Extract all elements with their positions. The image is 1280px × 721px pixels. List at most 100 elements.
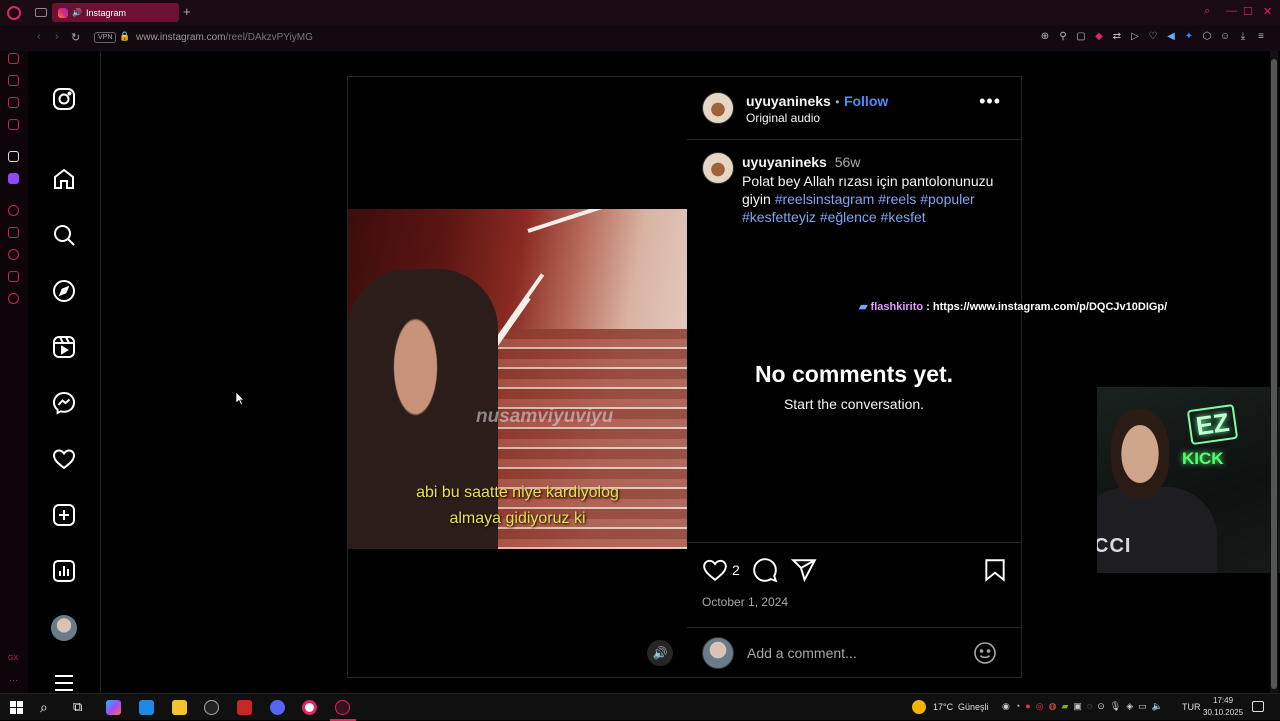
sidebar-app-icon[interactable] bbox=[8, 151, 19, 162]
post-date[interactable]: October 1, 2024 bbox=[702, 595, 788, 609]
video-player[interactable]: nusamviyuviyu abi bu saatte niye kardiyo… bbox=[348, 77, 687, 677]
weather-text[interactable]: Güneşli bbox=[958, 702, 989, 712]
audio-label[interactable]: Original audio bbox=[746, 111, 820, 125]
sidebar-history-icon[interactable] bbox=[8, 249, 19, 260]
caption-avatar[interactable] bbox=[702, 152, 734, 184]
snapshot-icon[interactable]: ▢ bbox=[1076, 31, 1086, 42]
close-button[interactable]: ✕ bbox=[1263, 5, 1272, 18]
instagram-logo-icon[interactable] bbox=[52, 87, 76, 111]
sidebar-gx-icon[interactable]: GX bbox=[8, 655, 18, 662]
hashtag[interactable]: #eğlence bbox=[820, 209, 877, 225]
tab-instagram[interactable]: 🔊 Instagram bbox=[52, 3, 179, 22]
discord-tray-icon[interactable]: ◔ bbox=[1015, 701, 1020, 712]
app-icon[interactable] bbox=[204, 700, 219, 715]
pin-icon[interactable]: ⚲ bbox=[1058, 31, 1068, 42]
search-taskbar-icon[interactable]: ⌕ bbox=[40, 699, 48, 716]
copilot-icon[interactable] bbox=[106, 700, 121, 715]
sidebar-bag-icon[interactable] bbox=[8, 75, 19, 86]
edge-icon[interactable] bbox=[139, 700, 154, 715]
like-heart-icon[interactable] bbox=[702, 557, 728, 583]
profile-ext-icon[interactable]: ☺ bbox=[1220, 31, 1230, 42]
explore-icon[interactable] bbox=[52, 279, 76, 303]
sidebar-wallet-icon[interactable] bbox=[8, 97, 19, 108]
hashtag[interactable]: #reels bbox=[878, 191, 916, 207]
heart-ext-icon[interactable]: ♡ bbox=[1148, 31, 1158, 42]
audio-ext-icon[interactable]: ◀ bbox=[1166, 31, 1176, 42]
like-count[interactable]: 2 bbox=[732, 562, 740, 578]
sidebar-twitch-icon[interactable] bbox=[8, 173, 19, 184]
tab-manager-icon[interactable] bbox=[35, 8, 47, 17]
notifications-heart-icon[interactable] bbox=[52, 447, 76, 471]
clock-date[interactable]: 30.10.2025 bbox=[1203, 708, 1243, 717]
home-icon[interactable] bbox=[52, 167, 76, 191]
create-icon[interactable] bbox=[52, 503, 76, 527]
search-icon[interactable] bbox=[52, 223, 76, 247]
dashboard-icon[interactable] bbox=[52, 559, 76, 583]
puzzle-icon[interactable]: ⬡ bbox=[1202, 31, 1212, 42]
translate-icon[interactable]: ⇄ bbox=[1112, 31, 1122, 42]
clock-time[interactable]: 17:49 bbox=[1213, 696, 1233, 705]
forward-icon[interactable]: › bbox=[55, 31, 59, 43]
url-field[interactable]: www.instagram.com/reel/DAkzvPYiyMG bbox=[136, 32, 313, 43]
volume-icon[interactable]: 🔈 bbox=[1152, 701, 1163, 712]
maximize-button[interactable]: ☐ bbox=[1243, 5, 1253, 18]
file-explorer-icon[interactable] bbox=[172, 700, 187, 715]
sidebar-player-icon[interactable] bbox=[8, 205, 19, 216]
obs-icon[interactable] bbox=[237, 700, 252, 715]
language-indicator[interactable]: TUR bbox=[1182, 702, 1201, 712]
tray-app-icon[interactable]: ◈ bbox=[1126, 701, 1133, 712]
reload-icon[interactable]: ↻ bbox=[71, 31, 80, 44]
zoom-icon[interactable]: ⊕ bbox=[1040, 31, 1050, 42]
weather-temp[interactable]: 17°C bbox=[933, 702, 953, 712]
hashtag[interactable]: #kesfet bbox=[881, 209, 926, 225]
tray-app-icon[interactable]: ▣ bbox=[1073, 701, 1082, 712]
page-scrollbar[interactable] bbox=[1270, 51, 1278, 693]
follow-button[interactable]: Follow bbox=[844, 93, 888, 109]
author-username[interactable]: uyuyanineks bbox=[746, 93, 831, 109]
hashtag[interactable]: #populer bbox=[920, 191, 975, 207]
profile-avatar[interactable] bbox=[51, 615, 77, 641]
caption-time[interactable]: 56w bbox=[835, 154, 861, 170]
speaker-icon[interactable]: 🔊 bbox=[72, 8, 82, 17]
minimize-button[interactable]: — bbox=[1226, 5, 1237, 17]
sidebar-pinboard-icon[interactable] bbox=[8, 227, 19, 238]
network-icon[interactable]: ▭ bbox=[1138, 701, 1147, 712]
messenger-icon[interactable] bbox=[52, 391, 76, 415]
comment-input[interactable]: Add a comment... bbox=[747, 645, 857, 661]
sidebar-aria-icon[interactable] bbox=[8, 53, 19, 64]
tray-app-icon[interactable]: ⊙ bbox=[1097, 701, 1105, 712]
scrollbar-thumb[interactable] bbox=[1271, 59, 1277, 689]
save-bookmark-icon[interactable] bbox=[982, 557, 1008, 583]
opera-icon[interactable] bbox=[302, 700, 317, 715]
microphone-icon[interactable]: 🎙 bbox=[1110, 701, 1121, 712]
search-tabs-icon[interactable]: ⌕ bbox=[1204, 5, 1210, 18]
opera-logo-icon[interactable] bbox=[7, 5, 21, 20]
notifications-icon[interactable] bbox=[1252, 701, 1264, 712]
sidebar-more-icon[interactable]: ⋯ bbox=[9, 675, 18, 686]
sidebar-messenger-icon[interactable] bbox=[8, 119, 19, 130]
menu-icon[interactable] bbox=[52, 671, 76, 695]
caption-username[interactable]: uyuyanineks bbox=[742, 154, 827, 170]
video-frame[interactable]: nusamviyuviyu abi bu saatte niye kardiyo… bbox=[348, 209, 687, 549]
extension-icon[interactable]: ✦ bbox=[1184, 31, 1194, 42]
emoji-icon[interactable] bbox=[973, 641, 997, 665]
hashtag[interactable]: #reelsinstagram bbox=[775, 191, 875, 207]
audio-toggle-button[interactable]: 🔊 bbox=[647, 640, 673, 666]
tray-app-icon[interactable]: ● bbox=[1025, 701, 1030, 712]
reels-icon[interactable] bbox=[52, 335, 76, 359]
opera-gx-icon[interactable] bbox=[335, 700, 350, 715]
tray-app-icon[interactable]: ▰ bbox=[1061, 701, 1068, 712]
easy-setup-icon[interactable]: ≡ bbox=[1256, 31, 1266, 42]
lock-icon[interactable]: 🔒 bbox=[119, 31, 130, 42]
shield-icon[interactable]: ◆ bbox=[1094, 31, 1104, 42]
share-icon[interactable] bbox=[791, 557, 817, 583]
new-tab-button[interactable]: + bbox=[183, 4, 191, 19]
tray-app-icon[interactable]: ◎ bbox=[1036, 701, 1044, 712]
tray-app-icon[interactable]: ◍ bbox=[1049, 701, 1057, 712]
play-icon[interactable]: ▷ bbox=[1130, 31, 1140, 42]
back-icon[interactable]: ‹ bbox=[37, 31, 41, 43]
steam-icon[interactable]: ◉ bbox=[1002, 701, 1010, 712]
start-icon[interactable] bbox=[10, 701, 23, 714]
sidebar-extensions-icon[interactable] bbox=[8, 271, 19, 282]
more-options-icon[interactable]: ••• bbox=[979, 91, 1001, 112]
